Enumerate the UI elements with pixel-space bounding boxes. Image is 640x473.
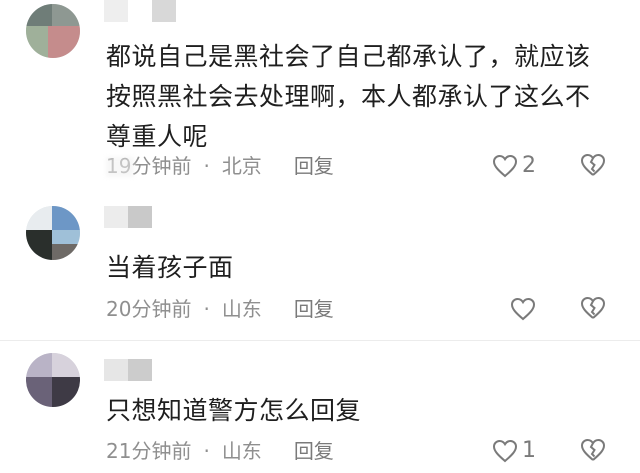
heart-outline-icon — [492, 154, 518, 178]
comment-location: 山东 — [221, 439, 262, 463]
like-count: 1 — [522, 438, 536, 463]
comment-location: 山东 — [221, 297, 262, 321]
broken-heart-icon[interactable] — [580, 295, 606, 321]
separator-dot: · — [203, 154, 210, 178]
comment-item: 都说自己是黑社会了自己都承认了，就应该按照黑社会去处理啊，本人都承认了这么不尊重… — [0, 0, 640, 190]
like-button[interactable] — [510, 294, 540, 324]
avatar[interactable] — [26, 353, 80, 407]
username-mosaic[interactable] — [104, 359, 164, 381]
comment-item: 只想知道警方怎么回复 21分钟前 · 山东 回复 1 — [0, 345, 640, 473]
avatar[interactable] — [26, 206, 80, 260]
comment-text: 都说自己是黑社会了自己都承认了，就应该按照黑社会去处理啊，本人都承认了这么不尊重… — [106, 42, 591, 151]
reply-button[interactable]: 回复 — [294, 436, 334, 466]
comment-location: 北京 — [221, 154, 262, 178]
separator-dot: · — [203, 297, 210, 321]
reply-button[interactable]: 回复 — [294, 151, 334, 181]
reply-button[interactable]: 回复 — [294, 294, 334, 324]
heart-outline-icon — [510, 297, 536, 321]
divider — [0, 340, 640, 341]
broken-heart-icon[interactable] — [580, 152, 606, 178]
broken-heart-icon[interactable] — [580, 437, 606, 463]
like-button[interactable]: 1 — [492, 436, 536, 466]
avatar[interactable] — [26, 4, 80, 58]
heart-outline-icon — [492, 439, 518, 463]
comment-meta: 20分钟前 · 山东 回复 — [106, 294, 606, 324]
comment-text: 当着孩子面 — [106, 253, 234, 282]
comment-time: 20分钟前 — [106, 297, 192, 321]
username-mosaic[interactable] — [104, 0, 184, 22]
comment-meta: 21分钟前 · 山东 回复 1 — [106, 436, 606, 466]
separator-dot: · — [203, 439, 210, 463]
comment-list: 都说自己是黑社会了自己都承认了，就应该按照黑社会去处理啊，本人都承认了这么不尊重… — [0, 0, 640, 473]
like-button[interactable]: 2 — [492, 151, 536, 181]
redaction-blur — [106, 157, 134, 177]
comment-time: 21分钟前 — [106, 439, 192, 463]
comment-item: 当着孩子面 20分钟前 · 山东 回复 — [0, 200, 640, 330]
like-count: 2 — [522, 153, 536, 178]
comment-meta: 19分钟前 · 北京 回复 2 — [106, 151, 606, 181]
username-mosaic[interactable] — [104, 206, 164, 228]
comment-text: 只想知道警方怎么回复 — [106, 396, 362, 425]
